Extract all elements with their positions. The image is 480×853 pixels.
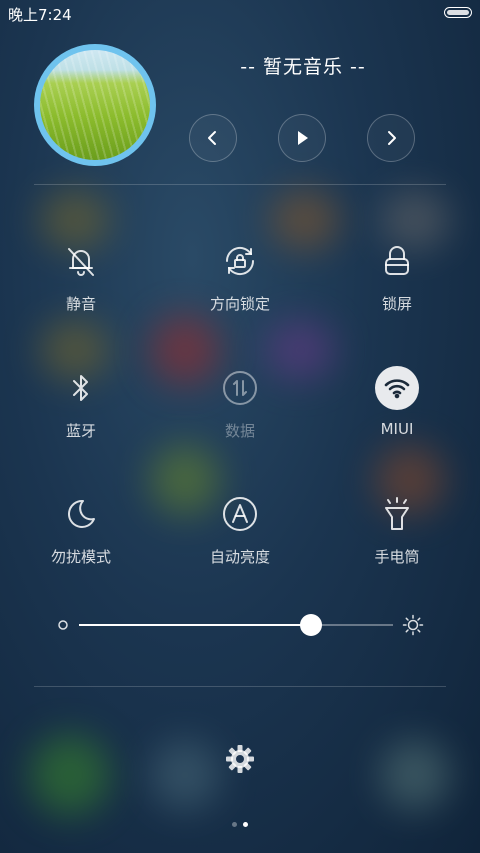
toggle-mute[interactable]: 静音 — [11, 239, 151, 314]
auto-brightness-icon — [218, 492, 262, 536]
lock-icon — [375, 239, 419, 283]
page-dot-1[interactable] — [232, 822, 237, 827]
toggle-wifi[interactable]: MIUI — [327, 366, 467, 438]
album-cover-image — [40, 50, 150, 160]
play-button[interactable] — [278, 114, 326, 162]
bell-off-icon — [59, 239, 103, 283]
toggle-do-not-disturb[interactable]: 勿扰模式 — [11, 492, 151, 567]
brightness-slider[interactable] — [56, 612, 426, 638]
divider — [34, 184, 446, 185]
toggle-auto-brightness[interactable]: 自动亮度 — [170, 492, 310, 567]
toggle-rotation-lock[interactable]: 方向锁定 — [170, 239, 310, 314]
toggle-mobile-data[interactable]: 数据 — [170, 366, 310, 441]
mobile-data-icon — [218, 366, 262, 410]
moon-icon — [59, 492, 103, 536]
brightness-track[interactable] — [79, 614, 393, 636]
toggle-flashlight-label: 手电筒 — [374, 548, 420, 566]
divider — [34, 686, 446, 687]
brightness-thumb[interactable] — [300, 614, 323, 636]
toggle-wifi-label: MIUI — [380, 420, 414, 438]
toggle-lock-screen[interactable]: 锁屏 — [327, 239, 467, 314]
toggle-mute-label: 静音 — [65, 295, 96, 313]
toggle-auto-brightness-label: 自动亮度 — [209, 548, 270, 566]
previous-track-button[interactable] — [189, 114, 237, 162]
brightness-fill — [79, 624, 312, 626]
toggle-bluetooth-label: 蓝牙 — [65, 422, 96, 440]
toggle-lock-label: 锁屏 — [381, 295, 412, 313]
flashlight-icon — [375, 492, 419, 536]
wifi-icon — [375, 366, 419, 410]
settings-button[interactable] — [222, 741, 258, 777]
page-dot-2[interactable] — [243, 822, 248, 827]
rotation-lock-icon — [218, 239, 262, 283]
play-icon — [298, 131, 308, 145]
status-time: 晚上7:24 — [8, 6, 72, 24]
album-art[interactable] — [34, 44, 156, 166]
toggle-bluetooth[interactable]: 蓝牙 — [11, 366, 151, 441]
toggle-rotation-label: 方向锁定 — [209, 295, 270, 313]
brightness-low-icon — [58, 620, 68, 630]
chevron-right-icon — [388, 131, 396, 145]
page-indicator — [0, 812, 480, 831]
brightness-high-icon — [402, 614, 424, 636]
next-track-button[interactable] — [367, 114, 415, 162]
gear-icon — [226, 745, 254, 773]
bluetooth-icon — [59, 366, 103, 410]
song-title: -- 暂无音乐 -- — [240, 56, 366, 78]
toggle-dnd-label: 勿扰模式 — [50, 548, 111, 566]
chevron-left-icon — [208, 131, 216, 145]
status-bar: 晚上7:24 — [0, 0, 480, 26]
toggle-flashlight[interactable]: 手电筒 — [327, 492, 467, 567]
toggle-data-label: 数据 — [224, 422, 255, 440]
battery-icon — [444, 7, 472, 18]
